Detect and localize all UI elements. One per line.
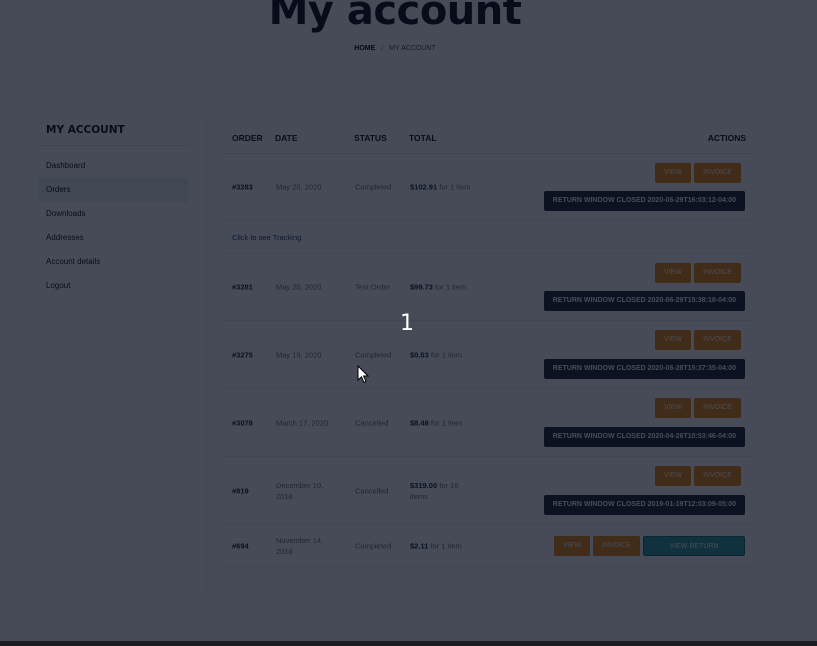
order-number[interactable]: #3275 (232, 350, 253, 359)
invoice-button[interactable]: INVOICE (694, 398, 741, 418)
order-amount: $2.11 (410, 541, 429, 550)
account-sidebar: MY ACCOUNT Dashboard Orders Downloads Ad… (38, 118, 188, 298)
order-amount: $102.91 (410, 182, 438, 192)
order-row: #819 December 10, 2018 Cancelled $319.00… (224, 457, 752, 525)
view-button[interactable]: VIEW (655, 163, 691, 183)
order-date: November 14, 2018 (276, 535, 324, 556)
order-number[interactable]: #3078 (232, 418, 253, 427)
order-status: Completed (355, 350, 392, 359)
order-row: #3078 March 17, 2020 Cancelled $8.48 for… (224, 389, 752, 457)
content-divider (206, 120, 207, 590)
sidebar-item-orders[interactable]: Orders (38, 178, 188, 202)
order-amount: $319.00 (410, 480, 438, 490)
bottom-bar (0, 641, 817, 646)
sidebar-title: MY ACCOUNT (38, 118, 188, 146)
order-date: May 20, 2020 (276, 182, 322, 192)
header-date: DATE (275, 133, 298, 143)
invoice-button[interactable]: INVOICE (694, 330, 741, 350)
order-status: Completed (355, 182, 392, 192)
invoice-button[interactable]: INVOICE (694, 466, 741, 486)
return-window-closed-button[interactable]: RETURN WINDOW CLOSED 2020-06-29T15:38:18… (543, 291, 745, 311)
order-row: #3283 May 20, 2020 Completed $102.91 for… (224, 154, 752, 221)
return-window-closed-button[interactable]: RETURN WINDOW CLOSED 2020-06-28T15:37:35… (543, 359, 745, 379)
order-actions: VIEW INVOICE (655, 263, 741, 283)
order-status: Test Order (355, 282, 391, 292)
step-number: 1 (400, 311, 414, 336)
view-button[interactable]: VIEW (554, 535, 590, 556)
order-total: $0.53 for 1 item (410, 349, 476, 360)
view-button[interactable]: VIEW (655, 398, 691, 418)
order-row: #3281 May 20, 2020 Test Order $99.73 for… (224, 254, 752, 321)
order-number[interactable]: #3283 (232, 183, 253, 192)
order-actions: VIEW INVOICE (655, 163, 741, 183)
return-window-closed-button[interactable]: RETURN WINDOW CLOSED 2020-04-26T10:53:46… (543, 427, 745, 447)
order-item-count: for 1 item (439, 182, 471, 192)
order-date: March 17, 2020 (276, 418, 329, 427)
sidebar-item-logout[interactable]: Logout (38, 274, 188, 298)
order-date: May 19, 2020 (276, 350, 322, 359)
tracking-row: Click to see Tracking (224, 221, 752, 254)
header-status: STATUS (354, 133, 387, 143)
order-date: December 10, 2018 (276, 480, 324, 501)
invoice-button[interactable]: INVOICE (694, 163, 741, 183)
sidebar-item-downloads[interactable]: Downloads (38, 202, 188, 226)
order-status: Completed (355, 541, 392, 550)
order-actions: VIEW INVOICE (655, 330, 741, 350)
order-total: $319.00 for 16 items (410, 480, 476, 502)
order-status: Cancelled (355, 418, 389, 427)
order-total: $2.11 for 1 item (410, 540, 476, 551)
order-actions: VIEW INVOICE (655, 398, 741, 418)
breadcrumb: HOME / MY ACCOUNT (0, 45, 790, 52)
invoice-button[interactable]: INVOICE (593, 535, 640, 556)
order-date: May 20, 2020 (276, 282, 322, 292)
orders-table: ORDER DATE STATUS TOTAL ACTIONS #3283 Ma… (224, 124, 752, 570)
order-number[interactable]: #3281 (232, 283, 253, 292)
order-number[interactable]: #819 (232, 486, 249, 495)
view-button[interactable]: VIEW (655, 263, 691, 283)
order-total: $102.91 for 1 item (410, 182, 476, 193)
view-button[interactable]: VIEW (655, 466, 691, 486)
order-amount: $0.53 (410, 350, 429, 359)
order-item-count: for 1 item (430, 418, 463, 427)
breadcrumb-home[interactable]: HOME (354, 45, 375, 52)
header-actions: ACTIONS (707, 133, 746, 143)
order-item-count: for 1 item (430, 350, 463, 359)
view-button[interactable]: VIEW (655, 330, 691, 350)
sidebar-item-addresses[interactable]: Addresses (38, 226, 188, 250)
account-page: My account HOME / MY ACCOUNT MY ACCOUNT … (0, 0, 817, 646)
breadcrumb-current: MY ACCOUNT (389, 45, 436, 52)
order-amount: $99.73 (410, 282, 433, 292)
return-window-closed-button[interactable]: RETURN WINDOW CLOSED 2019-01-19T12:03:09… (543, 495, 745, 515)
order-row: #694 November 14, 2018 Completed $2.11 f… (224, 525, 752, 570)
order-item-count: for 1 item (430, 541, 462, 550)
order-row: #3275 May 19, 2020 Completed $0.53 for 1… (224, 321, 752, 389)
order-actions: VIEW INVOICE VIEW RETURN REQUEST (554, 535, 745, 570)
breadcrumb-separator: / (381, 45, 384, 52)
order-number[interactable]: #694 (232, 541, 249, 550)
order-status: Cancelled (355, 486, 389, 495)
view-return-request-button[interactable]: VIEW RETURN REQUEST (643, 535, 745, 570)
header-total: TOTAL (409, 133, 437, 143)
sidebar-item-account-details[interactable]: Account details (38, 250, 188, 274)
header-order: ORDER (232, 133, 263, 143)
sidebar-item-dashboard[interactable]: Dashboard (38, 154, 188, 178)
mouse-cursor-icon (357, 365, 369, 384)
sidebar-menu: Dashboard Orders Downloads Addresses Acc… (38, 154, 188, 298)
order-amount: $8.48 (410, 418, 429, 427)
order-actions: VIEW INVOICE (655, 466, 741, 486)
order-item-count: for 1 item (435, 282, 467, 292)
order-total: $99.73 for 1 item (410, 282, 476, 293)
return-window-closed-button[interactable]: RETURN WINDOW CLOSED 2020-06-29T16:03:12… (543, 191, 745, 211)
orders-header-row: ORDER DATE STATUS TOTAL ACTIONS (224, 124, 752, 154)
tracking-link[interactable]: Click to see Tracking (232, 233, 301, 242)
invoice-button[interactable]: INVOICE (694, 263, 741, 283)
order-total: $8.48 for 1 item (410, 417, 476, 428)
page-title: My account (268, 0, 522, 34)
